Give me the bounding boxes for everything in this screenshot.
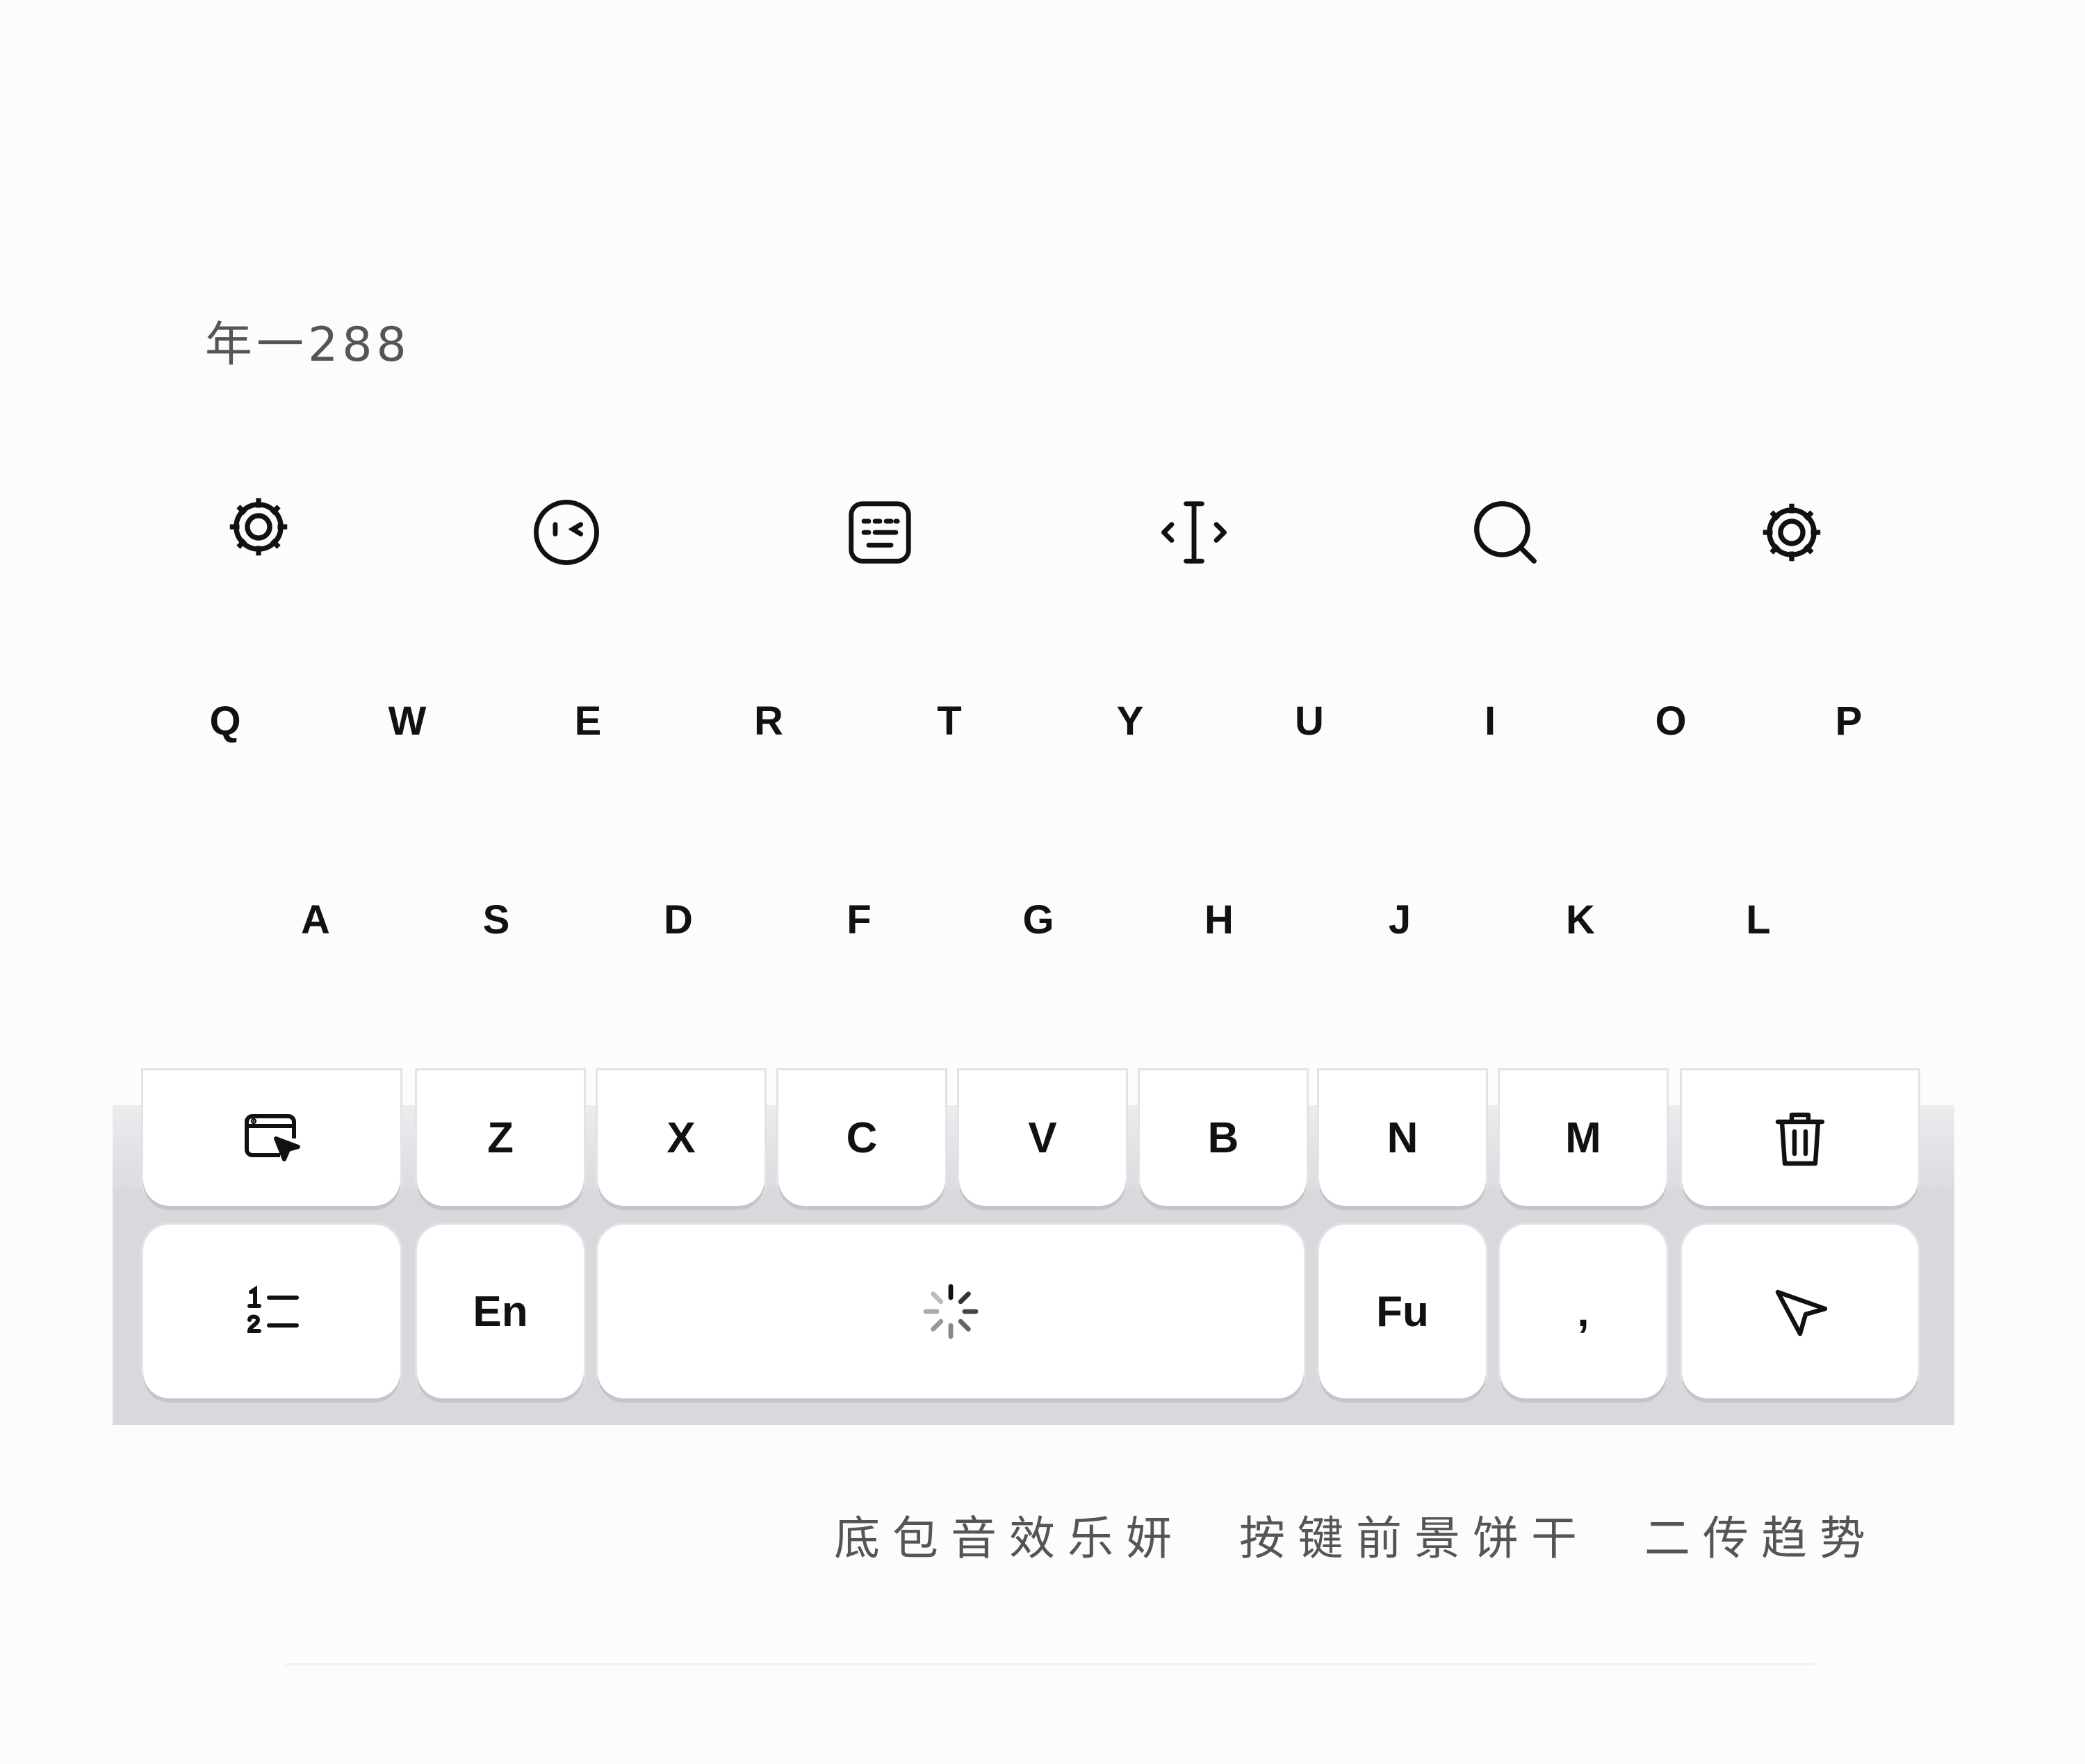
code-label: 年一288	[205, 318, 411, 373]
key-n-label: N	[1387, 1114, 1418, 1162]
key-w[interactable]: W	[362, 683, 452, 759]
key-language-label: En	[473, 1287, 528, 1336]
key-i[interactable]: I	[1445, 683, 1535, 759]
divider	[285, 1663, 1814, 1665]
key-q[interactable]: Q	[180, 683, 270, 759]
key-x[interactable]: X	[598, 1070, 764, 1206]
key-d[interactable]: D	[633, 881, 723, 958]
key-b[interactable]: B	[1140, 1070, 1307, 1206]
key-k[interactable]: K	[1535, 881, 1626, 958]
key-b-label: B	[1207, 1114, 1239, 1162]
key-comma[interactable]: ,	[1500, 1225, 1667, 1398]
key-cursor-select[interactable]	[143, 1070, 400, 1206]
keyboard-icon[interactable]	[831, 484, 929, 581]
key-g[interactable]: G	[993, 881, 1084, 958]
caption-keys: 按键前景饼干	[1238, 1512, 1589, 1565]
key-z[interactable]: Z	[417, 1070, 584, 1206]
key-y[interactable]: Y	[1085, 683, 1175, 759]
key-space[interactable]	[598, 1225, 1304, 1398]
key-delete[interactable]	[1682, 1070, 1918, 1206]
caption-sound: 底包音效乐妍	[834, 1512, 1184, 1565]
key-fu-label: Fu	[1376, 1287, 1429, 1336]
key-m[interactable]: M	[1500, 1070, 1667, 1206]
key-f[interactable]: F	[814, 881, 904, 958]
key-a[interactable]: A	[270, 881, 361, 958]
loading-spinner-icon	[598, 1225, 1304, 1398]
cursor-icon[interactable]	[1145, 484, 1243, 581]
key-c-label: C	[846, 1114, 878, 1162]
caption-trend: 二传趋势	[1644, 1512, 1878, 1565]
face-icon[interactable]	[518, 484, 615, 581]
key-u[interactable]: U	[1264, 683, 1355, 759]
key-v-label: V	[1028, 1114, 1057, 1162]
key-send[interactable]	[1682, 1225, 1918, 1398]
bottom-caption: 底包音效乐妍 按键前景饼干 二传趋势	[834, 1501, 1876, 1568]
key-n[interactable]: N	[1319, 1070, 1486, 1206]
key-j[interactable]: J	[1355, 881, 1445, 958]
key-fu[interactable]: Fu	[1319, 1225, 1486, 1398]
key-language[interactable]: En	[417, 1225, 584, 1398]
key-h[interactable]: H	[1174, 881, 1264, 958]
search-icon[interactable]	[1457, 484, 1554, 581]
key-numbers[interactable]	[143, 1225, 400, 1398]
key-x-label: X	[667, 1114, 696, 1162]
numbered-list-icon	[143, 1225, 400, 1398]
key-comma-label: ,	[1577, 1287, 1589, 1336]
key-v[interactable]: V	[959, 1070, 1126, 1206]
gear-icon[interactable]	[210, 478, 307, 575]
key-r[interactable]: R	[723, 683, 814, 759]
trash-icon	[1682, 1070, 1918, 1206]
gear-icon[interactable]	[1743, 484, 1840, 581]
key-p[interactable]: P	[1804, 683, 1894, 759]
cursor-select-icon	[143, 1070, 400, 1206]
key-c[interactable]: C	[778, 1070, 945, 1206]
key-z-label: Z	[487, 1114, 514, 1162]
send-arrow-icon	[1682, 1225, 1918, 1398]
key-l[interactable]: L	[1713, 881, 1804, 958]
key-o[interactable]: O	[1626, 683, 1716, 759]
key-t[interactable]: T	[904, 683, 995, 759]
key-s[interactable]: S	[451, 881, 541, 958]
key-m-label: M	[1565, 1114, 1601, 1162]
key-e[interactable]: E	[543, 683, 633, 759]
